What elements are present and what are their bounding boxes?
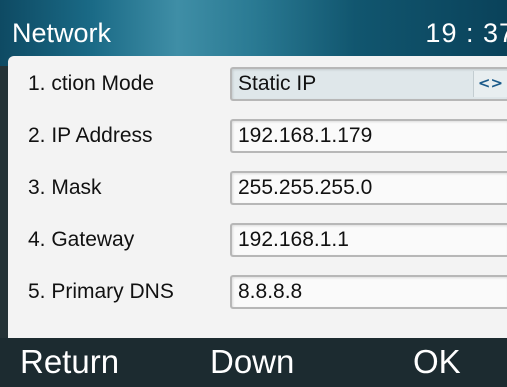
row-connection-mode[interactable]: 1. ction Mode Static IP <> bbox=[8, 58, 507, 110]
row-label: 4. Gateway bbox=[28, 228, 135, 251]
page-title: Network bbox=[12, 18, 112, 48]
ip-address-field[interactable]: 192.168.1.179 bbox=[230, 119, 507, 153]
row-label: 2. IP Address bbox=[28, 124, 153, 147]
settings-panel: 1. ction Mode Static IP <> 2. IP Address… bbox=[8, 56, 507, 338]
left-right-switch-icon[interactable]: <> bbox=[473, 71, 507, 97]
row-label: 5. Primary DNS bbox=[28, 280, 174, 303]
field-value: 192.168.1.179 bbox=[238, 124, 373, 147]
row-mask[interactable]: 3. Mask 255.255.255.0 bbox=[8, 162, 507, 214]
clock-time: 19 : 37 bbox=[425, 18, 507, 48]
mask-field[interactable]: 255.255.255.0 bbox=[230, 171, 507, 205]
row-primary-dns[interactable]: 5. Primary DNS 8.8.8.8 bbox=[8, 266, 507, 318]
row-label: 1. ction Mode bbox=[28, 72, 155, 95]
field-value: 192.168.1.1 bbox=[238, 228, 349, 251]
field-value: 255.255.255.0 bbox=[238, 176, 373, 199]
row-gateway[interactable]: 4. Gateway 192.168.1.1 bbox=[8, 214, 507, 266]
down-softkey[interactable]: Down bbox=[210, 341, 294, 383]
softkey-bar: Return Down OK bbox=[0, 338, 507, 387]
row-label: 3. Mask bbox=[28, 176, 102, 199]
primary-dns-field[interactable]: 8.8.8.8 bbox=[230, 275, 507, 309]
field-value: Static IP bbox=[238, 72, 317, 95]
return-softkey[interactable]: Return bbox=[20, 341, 119, 383]
field-value: 8.8.8.8 bbox=[238, 280, 303, 303]
gateway-field[interactable]: 192.168.1.1 bbox=[230, 223, 507, 257]
connection-mode-select[interactable]: Static IP <> bbox=[230, 67, 507, 101]
ok-softkey[interactable]: OK bbox=[413, 341, 461, 383]
phone-screen: Network 19 : 37 1. ction Mode Static IP … bbox=[0, 0, 507, 387]
row-ip-address[interactable]: 2. IP Address 192.168.1.179 bbox=[8, 110, 507, 162]
